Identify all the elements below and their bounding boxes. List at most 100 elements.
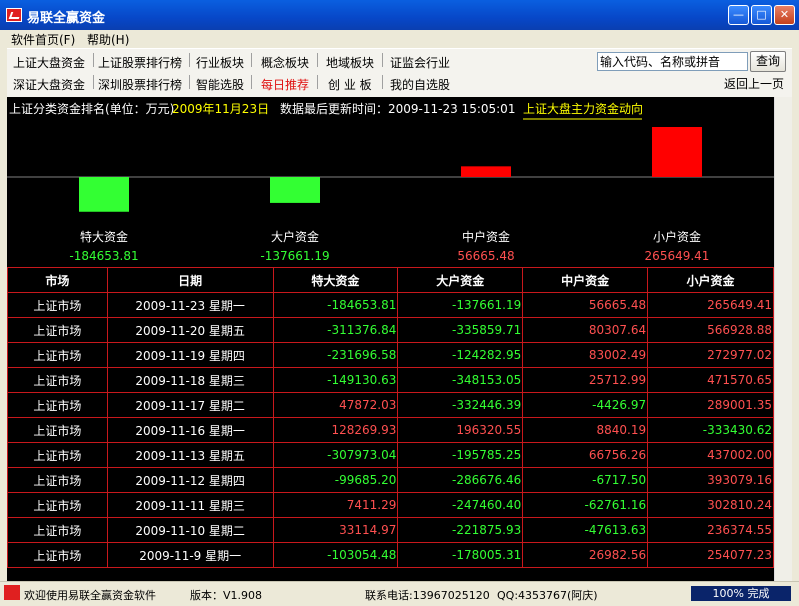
chart-bar-2	[461, 166, 511, 177]
nav-sh-stock-ranking[interactable]: 上证股票排行榜	[98, 54, 182, 71]
column-header[interactable]: 特大资金	[272, 267, 399, 293]
nav-my-stocks[interactable]: 我的自选股	[390, 76, 450, 93]
market-cell: 上证市场	[7, 392, 108, 418]
nav-separator	[93, 75, 94, 89]
fund-value-cell: 437002.00	[647, 442, 774, 468]
column-header[interactable]: 小户资金	[647, 267, 774, 293]
content-area: 上证分类资金排名(单位：万元) 2009年11月23日 数据最后更新时间：200…	[7, 97, 774, 581]
fund-value-cell: -221875.93	[397, 517, 524, 543]
table-row[interactable]: 上证市场 2009-11-16 星期一 128269.93 196320.55 8840…	[7, 417, 774, 443]
fund-value-cell: 26982.56	[522, 542, 649, 568]
nav-gem-board[interactable]: 创 业 板	[328, 76, 372, 93]
chart-bar-1	[270, 177, 320, 203]
nav-sz-market-funds[interactable]: 深证大盘资金	[13, 76, 85, 93]
market-cell: 上证市场	[7, 492, 108, 518]
chart-category-label: 小户资金	[653, 229, 701, 244]
fund-value-cell: -99685.20	[272, 467, 399, 493]
chart-value-label: -184653.81	[69, 249, 138, 263]
fund-value-cell: 33114.97	[272, 517, 399, 543]
chart-category-label: 特大资金	[80, 229, 128, 244]
vertical-scrollbar[interactable]	[774, 97, 792, 581]
nav-concept-sector[interactable]: 概念板块	[261, 54, 309, 71]
market-cell: 上证市场	[7, 317, 108, 343]
nav-separator	[189, 75, 190, 89]
minimize-icon[interactable]: —	[728, 5, 749, 25]
table-header-row: 市场 日期 特大资金 大户资金 中户资金 小户资金	[7, 267, 774, 293]
status-phone: 联系电话:13967025120	[365, 589, 490, 602]
fund-value-cell: 56665.48	[522, 292, 649, 318]
fund-value-cell: 7411.29	[272, 492, 399, 518]
fund-value-cell: -247460.40	[397, 492, 524, 518]
table-row[interactable]: 上证市场 2009-11-20 星期五 -311376.84 -335859.71 80…	[7, 317, 774, 343]
maximize-icon[interactable]: □	[751, 5, 772, 25]
fund-value-cell: 272977.02	[647, 342, 774, 368]
menu-item-home[interactable]: 软件首页(F)	[11, 31, 75, 48]
fund-value-cell: -137661.19	[397, 292, 524, 318]
fund-value-cell: -231696.58	[272, 342, 399, 368]
fund-value-cell: -195785.25	[397, 442, 524, 468]
fund-value-cell: -6717.50	[522, 467, 649, 493]
fund-value-cell: -47613.63	[522, 517, 649, 543]
fund-value-cell: -103054.48	[272, 542, 399, 568]
table-row[interactable]: 上证市场 2009-11-9 星期一 -103054.48 -178005.31 269…	[7, 542, 774, 568]
date-cell: 2009-11-20 星期五	[106, 317, 274, 343]
nav-separator	[317, 53, 318, 67]
table-row[interactable]: 上证市场 2009-11-13 星期五 -307973.04 -195785.25 66…	[7, 442, 774, 468]
column-header[interactable]: 中户资金	[522, 267, 649, 293]
fund-value-cell: -184653.81	[272, 292, 399, 318]
chart-value-label: 265649.41	[645, 249, 710, 263]
fund-value-cell: 80307.64	[522, 317, 649, 343]
nav-sz-stock-ranking[interactable]: 深圳股票排行榜	[98, 76, 182, 93]
nav-sh-market-funds[interactable]: 上证大盘资金	[13, 54, 85, 71]
main-fund-trend-link[interactable]: 上证大盘主力资金动向	[523, 101, 643, 116]
market-cell: 上证市场	[7, 542, 108, 568]
table-row[interactable]: 上证市场 2009-11-10 星期二 33114.97 -221875.93 -476…	[7, 517, 774, 543]
date-cell: 2009-11-23 星期一	[106, 292, 274, 318]
fund-value-cell: -286676.46	[397, 467, 524, 493]
column-header[interactable]: 市场	[7, 267, 108, 293]
fund-value-cell: 196320.55	[397, 417, 524, 443]
fund-value-cell: -335859.71	[397, 317, 524, 343]
fund-value-cell: 302810.24	[647, 492, 774, 518]
close-icon[interactable]: ✕	[774, 5, 795, 25]
table-row[interactable]: 上证市场 2009-11-17 星期二 47872.03 -332446.39 -442…	[7, 392, 774, 418]
nav-separator	[189, 53, 190, 67]
search-button[interactable]: 查询	[750, 51, 786, 72]
status-logo-icon	[4, 585, 20, 600]
status-bar: 欢迎使用易联全赢资金软件 版本：V1.908 联系电话:13967025120 …	[0, 581, 799, 606]
nav-daily-pick[interactable]: 每日推荐	[261, 76, 309, 93]
fund-value-cell: -124282.95	[397, 342, 524, 368]
date-cell: 2009-11-18 星期三	[106, 367, 274, 393]
progress-bar: 100% 完成	[691, 586, 791, 601]
date-cell: 2009-11-19 星期四	[106, 342, 274, 368]
nav-separator	[93, 53, 94, 67]
date-cell: 2009-11-17 星期二	[106, 392, 274, 418]
chart-category-label: 大户资金	[271, 229, 319, 244]
search-input[interactable]	[597, 52, 748, 71]
nav-separator	[382, 53, 383, 67]
fund-value-cell: -311376.84	[272, 317, 399, 343]
nav-region-sector[interactable]: 地域板块	[326, 54, 374, 71]
date-cell: 2009-11-16 星期一	[106, 417, 274, 443]
table-row[interactable]: 上证市场 2009-11-18 星期三 -149130.63 -348153.05 25…	[7, 367, 774, 393]
window-title: 易联全赢资金	[27, 11, 106, 26]
table-row[interactable]: 上证市场 2009-11-11 星期三 7411.29 -247460.40 -6276…	[7, 492, 774, 518]
table-row[interactable]: 上证市场 2009-11-23 星期一 -184653.81 -137661.19 56…	[7, 292, 774, 318]
nav-industry-sector[interactable]: 行业板块	[196, 54, 244, 71]
column-header[interactable]: 大户资金	[397, 267, 524, 293]
nav-separator	[251, 75, 252, 89]
fund-value-cell: -307973.04	[272, 442, 399, 468]
fund-value-cell: 83002.49	[522, 342, 649, 368]
back-link[interactable]: 返回上一页	[724, 75, 784, 92]
nav-csrc-industry[interactable]: 证监会行业	[390, 54, 450, 71]
nav-smart-picker[interactable]: 智能选股	[196, 76, 244, 93]
fund-value-cell: 566928.88	[647, 317, 774, 343]
nav-separator	[317, 75, 318, 89]
header-date: 2009年11月23日	[172, 102, 269, 116]
column-header[interactable]: 日期	[106, 267, 274, 293]
menu-item-help[interactable]: 帮助(H)	[87, 31, 129, 48]
table-row[interactable]: 上证市场 2009-11-19 星期四 -231696.58 -124282.95 83…	[7, 342, 774, 368]
fund-value-cell: 25712.99	[522, 367, 649, 393]
table-row[interactable]: 上证市场 2009-11-12 星期四 -99685.20 -286676.46 -67…	[7, 467, 774, 493]
market-cell: 上证市场	[7, 342, 108, 368]
